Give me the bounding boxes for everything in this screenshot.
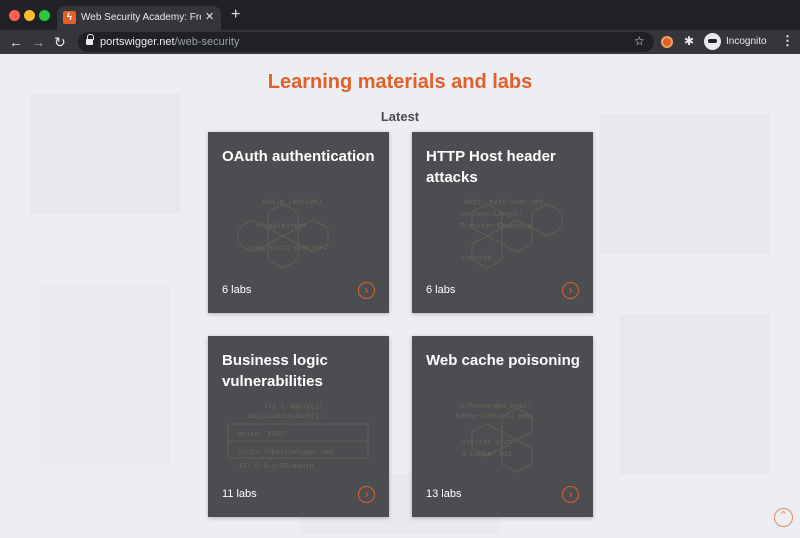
url-path: /web-security — [174, 36, 240, 48]
browser-menu-icon[interactable]: ⋮ — [781, 33, 794, 49]
svg-text:<img src=1 onerror=: <img src=1 onerror= — [248, 245, 328, 253]
lock-icon[interactable] — [86, 34, 94, 46]
tab-close-icon[interactable]: ✕ — [205, 10, 214, 23]
background-pattern — [30, 94, 770, 534]
code-pattern-decoration: try { apply(); applicationJson(); price:… — [227, 403, 369, 471]
window-zoom-button[interactable] — [39, 10, 50, 21]
topic-card-web-cache-poisoning[interactable]: X-Forwarded-Host: Cache-Control: max <sc… — [412, 336, 593, 517]
page-title: Learning materials and labs — [267, 71, 533, 93]
svg-text:X-Forwarded-Host:: X-Forwarded-Host: — [460, 403, 531, 411]
code-pattern-decoration: X-Forwarded-Host: Cache-Control: max <sc… — [456, 403, 533, 473]
card-title: Web cache poisoning — [426, 352, 580, 369]
svg-text:https://portswigger.net: https://portswigger.net — [238, 449, 335, 457]
chevron-right-icon[interactable]: › — [358, 282, 375, 299]
scroll-to-top-icon[interactable]: ⌃ — [774, 508, 793, 527]
chevron-right-icon[interactable]: › — [562, 486, 579, 503]
portswigger-favicon-icon: ϟ — [63, 11, 76, 24]
svg-text:</table><td>: </table><td> — [256, 223, 306, 231]
svg-text:try { apply();: try { apply(); — [264, 403, 323, 411]
card-title: Business logic vulnerabilities — [222, 352, 328, 390]
card-lab-count: 13 labs — [426, 488, 462, 500]
svg-text:Host: evil-user.net: Host: evil-user.net — [464, 199, 544, 207]
page-content: Learning materials and labs Latest while… — [0, 54, 800, 538]
address-url[interactable]: portswigger.net/web-security — [100, 36, 239, 48]
url-host: portswigger.net — [100, 36, 175, 48]
svg-text:X-Cache: hit: X-Cache: hit — [462, 451, 512, 459]
address-bar[interactable]: portswigger.net/web-security ☆ — [78, 32, 654, 52]
incognito-profile-button[interactable]: Incognito — [704, 32, 772, 52]
card-lab-count: 11 labs — [222, 488, 257, 500]
svg-text:Content-Length:: Content-Length: — [460, 211, 523, 219]
card-lab-count: 6 labs — [426, 284, 456, 296]
code-pattern-decoration: while (active) </table><td> <img src=1 o… — [237, 199, 329, 269]
svg-text:<script src=: <script src= — [462, 439, 512, 447]
topic-card-business-logic[interactable]: try { apply(); applicationJson(); price:… — [208, 336, 389, 517]
topic-card-oauth[interactable]: while (active) </table><td> <img src=1 o… — [208, 132, 389, 313]
section-title-latest: Latest — [380, 109, 420, 124]
chevron-right-icon[interactable]: › — [358, 486, 375, 503]
incognito-label: Incognito — [726, 36, 767, 47]
forward-arrow-icon[interactable]: → — [31, 33, 45, 51]
extensions-puzzle-icon[interactable]: ✱ — [684, 34, 694, 48]
card-title: HTTP Host header attacks — [426, 148, 556, 186]
browser-tab-active[interactable]: ϟ Web Security Academy: Free Online Trai… — [57, 6, 221, 30]
svg-text:while (active): while (active) — [263, 199, 322, 207]
svg-text:Transfer-Encoding: Transfer-Encoding — [460, 223, 531, 231]
code-pattern-decoration: Host: evil-user.net Content-Length: Tran… — [460, 199, 563, 269]
back-arrow-icon[interactable]: ← — [9, 33, 23, 51]
browser-tab-bar: ϟ Web Security Academy: Free Online Trai… — [0, 0, 800, 30]
topic-card-http-host-header[interactable]: Host: evil-user.net Content-Length: Tran… — [412, 132, 593, 313]
bookmark-star-icon[interactable]: ☆ — [634, 34, 645, 48]
card-title: OAuth authentication — [222, 148, 375, 165]
svg-text:price: 1337: price: 1337 — [238, 431, 284, 439]
new-tab-button[interactable]: + — [231, 6, 240, 24]
tab-title: Web Security Academy: Free Online Traini… — [81, 12, 201, 23]
card-lab-count: 6 labs — [222, 284, 252, 296]
browser-toolbar: ← → ↻ portswigger.net/web-security ☆ ✱ I… — [0, 30, 800, 54]
svg-text:127.0.0.1:80/admin: 127.0.0.1:80/admin — [238, 463, 314, 471]
chevron-right-icon[interactable]: › — [562, 282, 579, 299]
incognito-avatar-icon — [704, 33, 721, 50]
svg-text:applicationJson();: applicationJson(); — [248, 413, 324, 421]
extension-icon[interactable] — [661, 36, 673, 48]
svg-text:Cache-Control: max: Cache-Control: max — [456, 413, 532, 421]
window-minimize-button[interactable] — [24, 10, 35, 21]
reload-icon[interactable]: ↻ — [54, 33, 66, 51]
window-close-button[interactable] — [9, 10, 20, 21]
svg-text:chunked: chunked — [462, 255, 491, 263]
